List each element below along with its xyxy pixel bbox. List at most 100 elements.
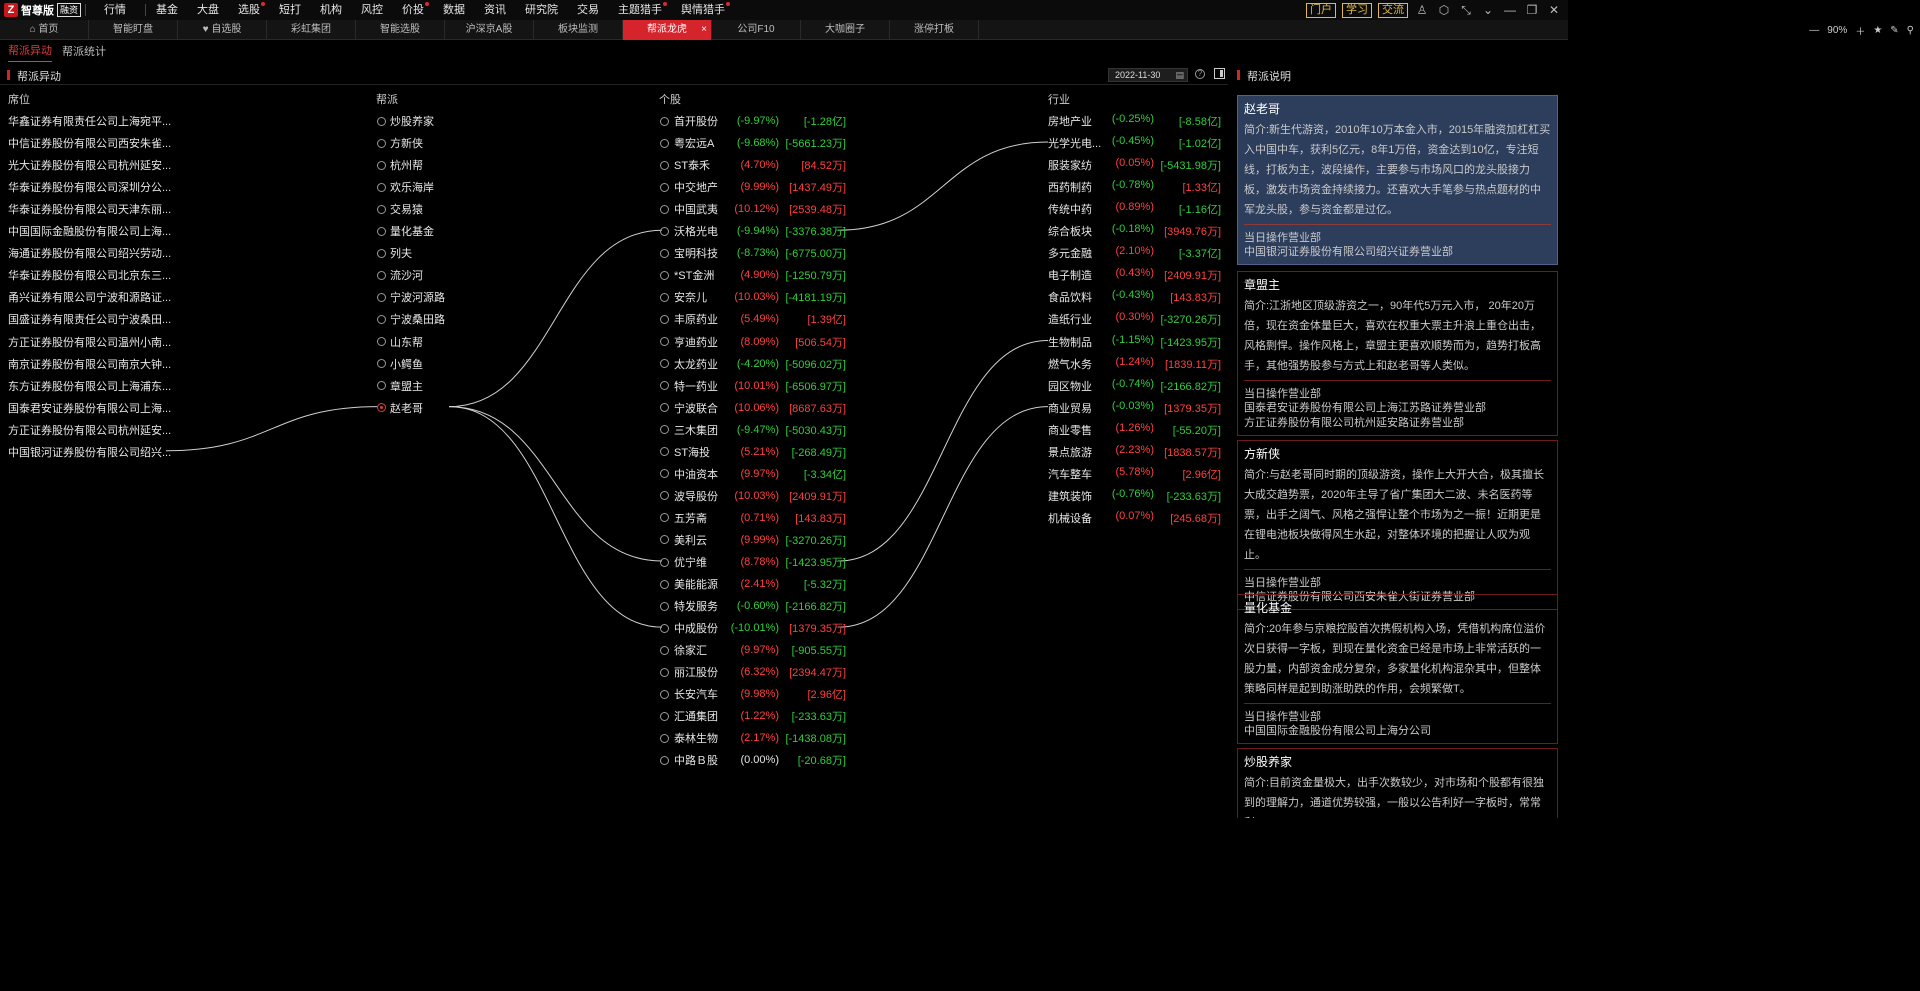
stock-item[interactable]: 丰原药业 (5.49%) [1.39亿]: [660, 311, 846, 327]
seat-item[interactable]: 华泰证券股份有限公司北京东三...: [8, 267, 171, 283]
seat-item[interactable]: 中信证券股份有限公司西安朱雀...: [8, 135, 171, 151]
stock-item[interactable]: ST海投 (5.21%) [-268.49万]: [660, 444, 846, 460]
tab-5[interactable]: 沪深京A股: [445, 19, 534, 40]
stock-radio[interactable]: [660, 535, 669, 545]
stock-radio[interactable]: [660, 447, 669, 457]
stock-item[interactable]: 安奈儿 (10.03%) [-4181.19万]: [660, 289, 846, 305]
menu-item[interactable]: 交易: [577, 0, 599, 20]
stock-item[interactable]: 宁波联合 (10.06%) [8687.63万]: [660, 400, 846, 416]
stock-radio[interactable]: [660, 204, 669, 214]
stock-item[interactable]: 特发服务 (-0.60%) [-2166.82万]: [660, 598, 846, 614]
stock-radio[interactable]: [660, 557, 669, 567]
stock-radio[interactable]: [660, 623, 669, 633]
pin-icon[interactable]: ⚲: [1907, 25, 1914, 36]
stock-item[interactable]: 中油资本 (9.97%) [-3.34亿]: [660, 466, 846, 482]
tab-0[interactable]: ⌂ 首页: [0, 19, 89, 40]
user-icon[interactable]: ♙: [1414, 3, 1430, 17]
faction-card[interactable]: 量化基金 简介:20年参与京粮控股首次携假机构入场，凭借机构席位溢价次日获得一字板…: [1237, 594, 1558, 744]
stock-radio[interactable]: [660, 601, 669, 611]
tab-8[interactable]: 公司F10: [712, 19, 801, 40]
faction-item[interactable]: 宁波桑田路: [377, 311, 445, 327]
minimize-icon[interactable]: —: [1502, 3, 1518, 17]
seat-item[interactable]: 海通证券股份有限公司绍兴劳动...: [8, 245, 171, 261]
stock-radio[interactable]: [660, 270, 669, 280]
faction-radio[interactable]: [377, 248, 386, 258]
menu-item[interactable]: 主题猎手: [618, 0, 668, 20]
stock-item[interactable]: 泰林生物 (2.17%) [-1438.08万]: [660, 730, 846, 746]
industry-item[interactable]: 汽车整车 (5.78%) [2.96亿]: [1048, 466, 1221, 482]
menu-item[interactable]: 价投: [402, 0, 430, 20]
panel-toggle-icon[interactable]: [1214, 68, 1225, 79]
stock-item[interactable]: 中国武夷 (10.12%) [2539.48万]: [660, 201, 846, 217]
stock-radio[interactable]: [660, 667, 669, 677]
industry-item[interactable]: 食品饮料 (-0.43%) [143.83万]: [1048, 289, 1221, 305]
menu-item[interactable]: 舆情猎手: [681, 0, 731, 20]
stock-item[interactable]: 宝明科技 (-8.73%) [-6775.00万]: [660, 245, 846, 261]
chat-button[interactable]: 交流: [1378, 2, 1408, 18]
stock-radio[interactable]: [660, 425, 669, 435]
stock-item[interactable]: 中路Ｂ股 (0.00%) [-20.68万]: [660, 752, 846, 768]
menu-item[interactable]: 资讯: [484, 0, 506, 20]
tab-9[interactable]: 大咖圈子: [801, 19, 890, 40]
stock-item[interactable]: *ST金洲 (4.90%) [-1250.79万]: [660, 267, 846, 283]
faction-radio[interactable]: [377, 403, 386, 413]
faction-radio[interactable]: [377, 381, 386, 391]
stock-radio[interactable]: [660, 226, 669, 236]
seat-item[interactable]: 国盛证券有限责任公司宁波桑田...: [8, 311, 171, 327]
tab-6[interactable]: 板块监测: [534, 19, 623, 40]
industry-item[interactable]: 景点旅游 (2.23%) [1838.57万]: [1048, 444, 1221, 460]
faction-radio[interactable]: [377, 116, 386, 126]
stock-item[interactable]: 优宁维 (8.78%) [-1423.95万]: [660, 554, 846, 570]
stock-item[interactable]: 长安汽车 (9.98%) [2.96亿]: [660, 686, 846, 702]
tab-2[interactable]: ♥ 自选股: [178, 19, 267, 40]
industry-item[interactable]: 生物制品 (-1.15%) [-1423.95万]: [1048, 334, 1221, 350]
stock-item[interactable]: ST泰禾 (4.70%) [84.52万]: [660, 157, 846, 173]
stock-item[interactable]: 美能能源 (2.41%) [-5.32万]: [660, 576, 846, 592]
portal-button[interactable]: 门户: [1306, 2, 1336, 18]
close-tab-icon[interactable]: ×: [701, 20, 707, 40]
industry-item[interactable]: 机械设备 (0.07%) [245.68万]: [1048, 510, 1221, 526]
dropdown-icon[interactable]: ⌄: [1480, 3, 1496, 17]
seat-item[interactable]: 南京证券股份有限公司南京大钟...: [8, 356, 171, 372]
industry-item[interactable]: 多元金融 (2.10%) [-3.37亿]: [1048, 245, 1221, 261]
close-icon[interactable]: ✕: [1546, 3, 1562, 17]
industry-item[interactable]: 综合板块 (-0.18%) [3949.76万]: [1048, 223, 1221, 239]
industry-item[interactable]: 服装家纺 (0.05%) [-5431.98万]: [1048, 157, 1221, 173]
seat-item[interactable]: 华鑫证券有限责任公司上海宛平...: [8, 113, 171, 129]
stock-item[interactable]: 五芳斋 (0.71%) [143.83万]: [660, 510, 846, 526]
stock-radio[interactable]: [660, 292, 669, 302]
faction-radio[interactable]: [377, 337, 386, 346]
stock-item[interactable]: 徐家汇 (9.97%) [-905.55万]: [660, 642, 846, 658]
faction-radio[interactable]: [377, 160, 386, 170]
stock-radio[interactable]: [660, 711, 669, 721]
faction-radio[interactable]: [377, 314, 386, 324]
stock-item[interactable]: 中成股份 (-10.01%) [1379.35万]: [660, 620, 846, 636]
faction-card[interactable]: 方新侠 简介:与赵老哥同时期的顶级游资，操作上大开大合，极其擅长大成交趋势票，20…: [1237, 440, 1558, 610]
stock-item[interactable]: 美利云 (9.99%) [-3270.26万]: [660, 532, 846, 548]
zoom-out-icon[interactable]: —: [1809, 25, 1819, 36]
faction-radio[interactable]: [377, 138, 386, 148]
industry-item[interactable]: 燃气水务 (1.24%) [1839.11万]: [1048, 356, 1221, 372]
calendar-icon[interactable]: ▤: [1175, 69, 1184, 81]
stock-radio[interactable]: [660, 337, 669, 346]
seat-item[interactable]: 中国银河证券股份有限公司绍兴...: [8, 444, 171, 460]
seat-item[interactable]: 方正证券股份有限公司杭州延安...: [8, 422, 171, 438]
faction-card[interactable]: 赵老哥 简介:新生代游资，2010年10万本金入市，2015年融资加杠杠买入中国中…: [1237, 95, 1558, 265]
menu-item[interactable]: 风控: [361, 0, 383, 20]
stock-radio[interactable]: [660, 138, 669, 148]
restore-icon[interactable]: ❐: [1524, 3, 1540, 17]
industry-item[interactable]: 商业贸易 (-0.03%) [1379.35万]: [1048, 400, 1221, 416]
seat-item[interactable]: 甬兴证券有限公司宁波和源路证...: [8, 289, 171, 305]
faction-item[interactable]: 量化基金: [377, 223, 434, 239]
stock-radio[interactable]: [660, 381, 669, 391]
industry-item[interactable]: 电子制造 (0.43%) [2409.91万]: [1048, 267, 1221, 283]
faction-item[interactable]: 欢乐海岸: [377, 179, 434, 195]
faction-radio[interactable]: [377, 270, 386, 280]
shrink-icon[interactable]: ⤡: [1458, 3, 1474, 18]
tab-4[interactable]: 智能选股: [356, 19, 445, 40]
seat-item[interactable]: 国泰君安证券股份有限公司上海...: [8, 400, 171, 416]
faction-item[interactable]: 流沙河: [377, 267, 423, 283]
menu-item[interactable]: 机构: [320, 0, 342, 20]
industry-item[interactable]: 园区物业 (-0.74%) [-2166.82万]: [1048, 378, 1221, 394]
stock-radio[interactable]: [660, 491, 669, 501]
